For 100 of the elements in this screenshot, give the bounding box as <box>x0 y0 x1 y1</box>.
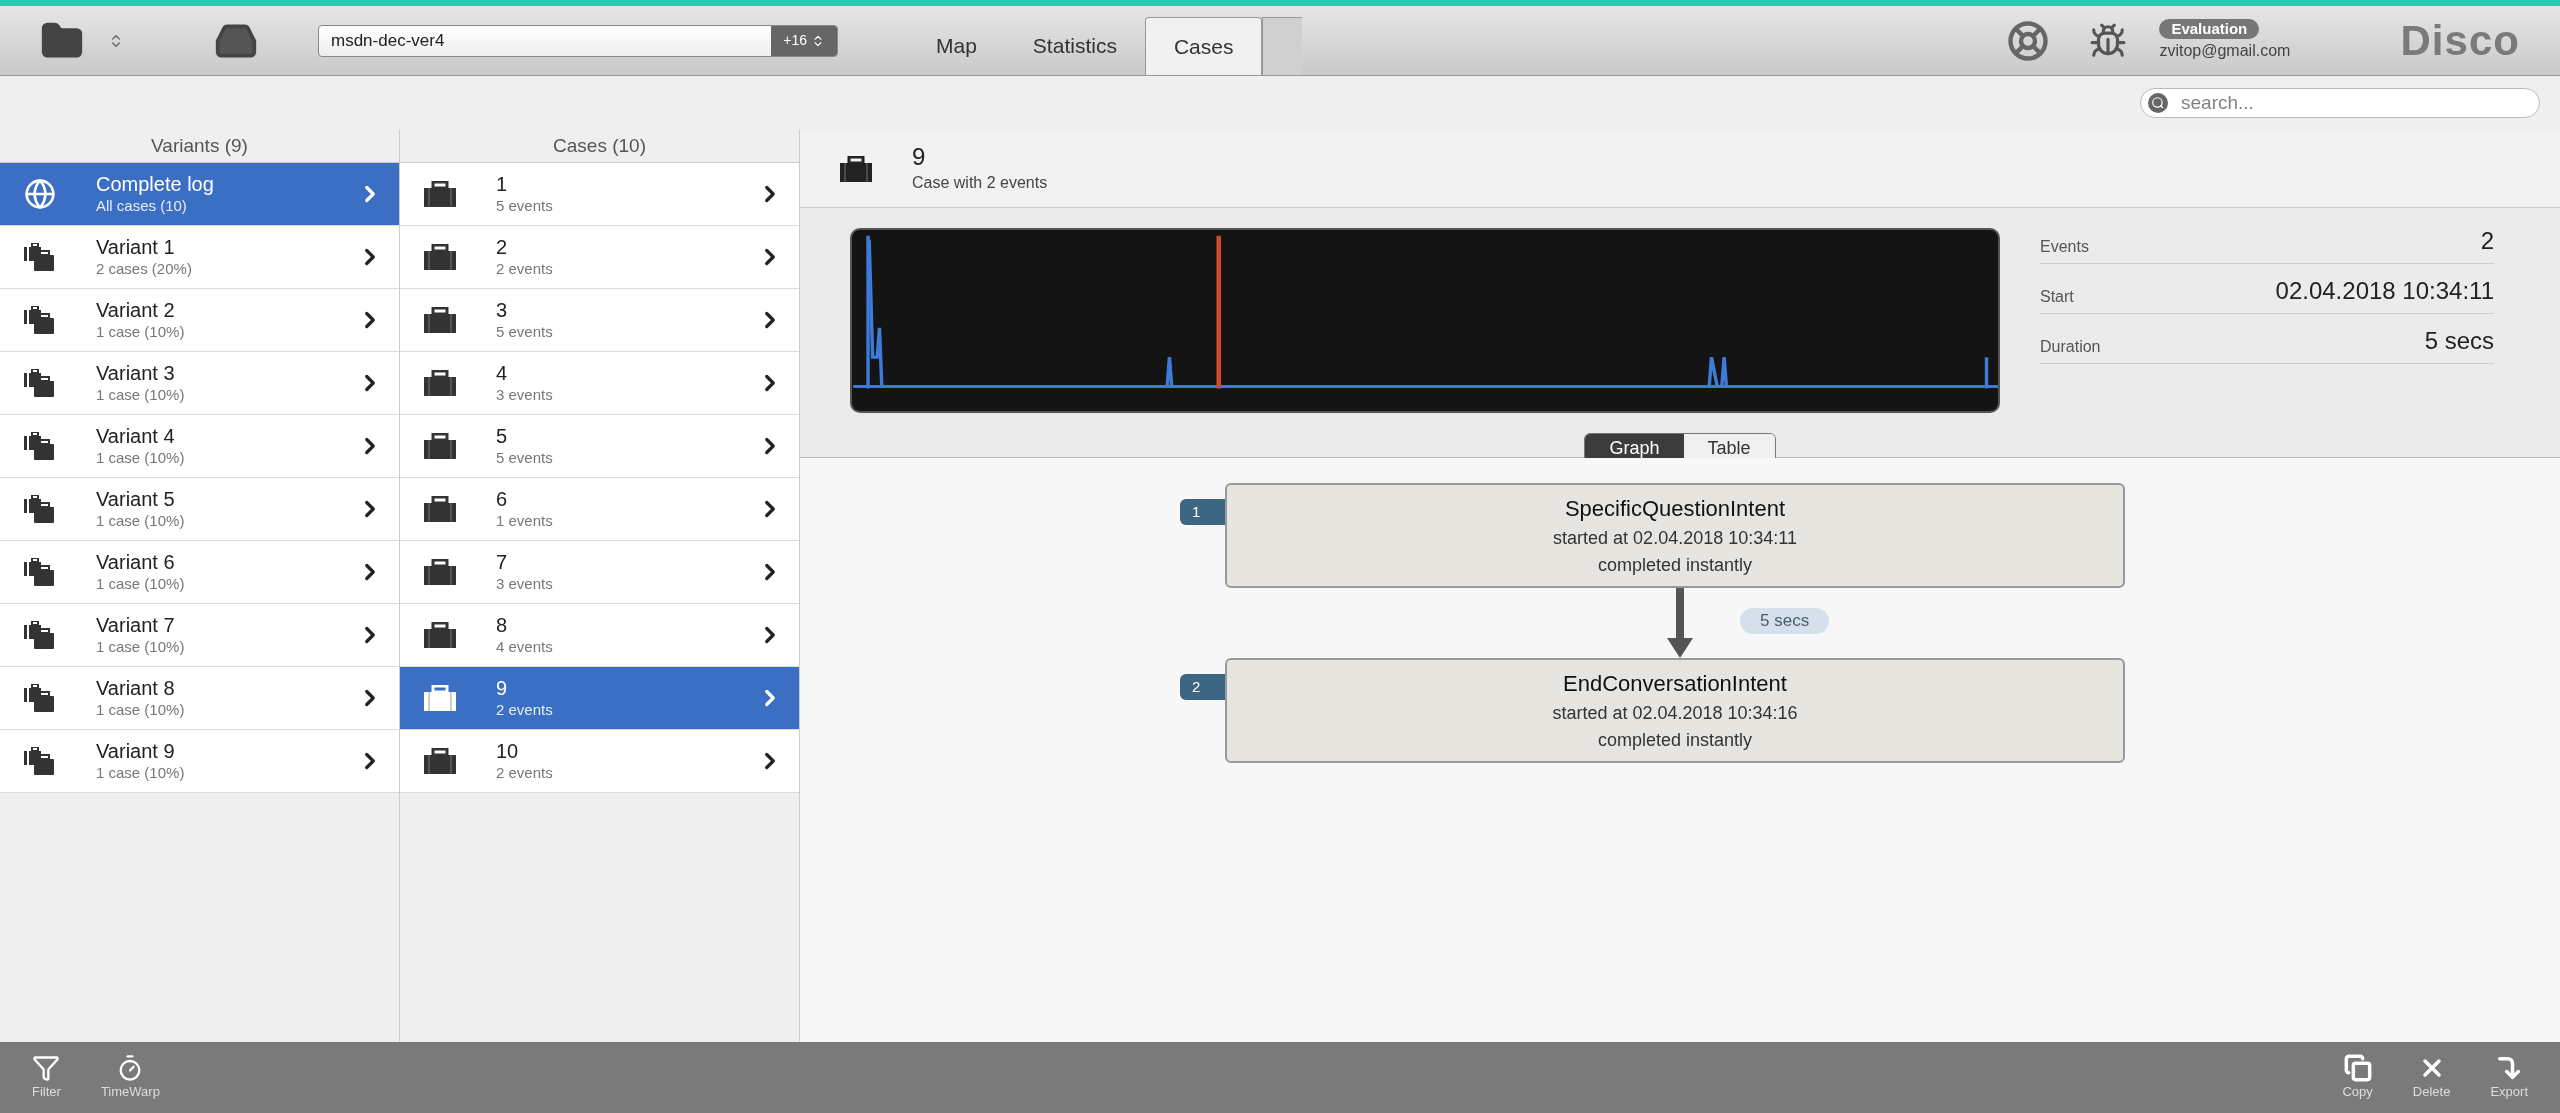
lifebuoy-icon[interactable] <box>2007 19 2050 62</box>
item-subtitle: 2 events <box>496 259 554 279</box>
stat-label: Duration <box>2040 337 2101 357</box>
list-item[interactable]: Variant 2 1 case (10%) <box>0 289 399 352</box>
item-title: 9 <box>496 676 509 700</box>
list-item[interactable]: Variant 7 1 case (10%) <box>0 604 399 667</box>
item-subtitle: 1 case (10%) <box>96 763 186 783</box>
duration-label: 5 secs <box>1740 608 1830 634</box>
list-item[interactable]: Variant 4 1 case (10%) <box>0 415 399 478</box>
luggage-icon <box>24 747 56 775</box>
briefcase-icon <box>840 155 872 182</box>
luggage-icon <box>24 558 56 586</box>
item-title: 6 <box>496 487 509 511</box>
dataset-count[interactable]: +16 <box>771 25 837 56</box>
step-number: 2 <box>1180 674 1225 700</box>
item-title: Variant 9 <box>96 739 176 763</box>
item-subtitle: 2 events <box>496 700 554 720</box>
luggage-icon <box>24 243 56 271</box>
stat-value: 2 <box>2480 226 2494 256</box>
item-title: 10 <box>496 739 520 763</box>
item-title: 3 <box>496 298 509 322</box>
item-subtitle: 2 events <box>496 763 554 783</box>
globe-icon <box>24 178 56 210</box>
item-title: Variant 1 <box>96 235 176 259</box>
list-item[interactable]: 1 5 events <box>400 163 799 226</box>
user-email: zvitop@gmail.com <box>2159 40 2291 61</box>
item-subtitle: 1 case (10%) <box>96 574 186 594</box>
list-item[interactable]: 9 2 events <box>400 667 799 730</box>
stat-label: Events <box>2040 237 2089 257</box>
luggage-icon <box>24 369 56 397</box>
stat-label: Start <box>2040 287 2074 307</box>
briefcase-icon <box>424 181 456 207</box>
item-subtitle: 5 events <box>496 322 554 342</box>
item-title: 5 <box>496 424 509 448</box>
luggage-icon <box>24 495 56 523</box>
item-subtitle: 4 events <box>496 637 554 657</box>
item-title: Complete log <box>96 172 215 196</box>
briefcase-icon <box>424 433 456 459</box>
event-completion: completed instantly <box>1597 729 1753 752</box>
item-title: Variant 2 <box>96 298 176 322</box>
item-subtitle: 5 events <box>496 448 554 468</box>
luggage-icon <box>24 306 56 334</box>
dataset-name: msdn-dec-ver4 <box>330 29 446 52</box>
filter-icon <box>32 1053 61 1082</box>
item-title: Variant 7 <box>96 613 176 637</box>
list-item[interactable]: 7 3 events <box>400 541 799 604</box>
event-name: SpecificQuestionIntent <box>1564 495 1786 523</box>
item-subtitle: 1 case (10%) <box>96 700 186 720</box>
list-item[interactable]: Complete log All cases (10) <box>0 163 399 226</box>
list-item[interactable]: Variant 8 1 case (10%) <box>0 667 399 730</box>
item-subtitle: 1 case (10%) <box>96 322 186 342</box>
item-title: 1 <box>496 172 509 196</box>
dataset-field[interactable]: msdn-dec-ver4 +16 <box>318 24 838 57</box>
item-title: Variant 6 <box>96 550 176 574</box>
list-item[interactable]: Variant 9 1 case (10%) <box>0 730 399 793</box>
item-subtitle: 5 events <box>496 196 554 216</box>
list-item[interactable]: 5 5 events <box>400 415 799 478</box>
nav-tab[interactable]: Map <box>908 17 1005 75</box>
list-item[interactable]: Variant 3 1 case (10%) <box>0 352 399 415</box>
item-title: Variant 5 <box>96 487 176 511</box>
briefcase-icon <box>424 244 456 270</box>
event-start: started at 02.04.2018 10:34:16 <box>1552 702 1798 725</box>
item-subtitle: 3 events <box>496 574 554 594</box>
nav-tab[interactable]: Statistics <box>1004 17 1145 75</box>
item-subtitle: All cases (10) <box>96 196 188 216</box>
item-subtitle: 1 case (10%) <box>96 637 186 657</box>
bug-icon[interactable] <box>2089 21 2128 60</box>
luggage-icon <box>24 432 56 460</box>
event-start: started at 02.04.2018 10:34:11 <box>1553 527 1797 550</box>
event-name: EndConversationIntent <box>1563 670 1787 698</box>
briefcase-icon <box>424 559 456 585</box>
list-item[interactable]: Variant 5 1 case (10%) <box>0 478 399 541</box>
copy-icon <box>2343 1053 2372 1082</box>
item-title: 2 <box>496 235 509 259</box>
stat-value: 02.04.2018 10:34:11 <box>2275 276 2494 306</box>
item-subtitle: 2 cases (20%) <box>96 259 193 279</box>
item-subtitle: 1 case (10%) <box>96 448 186 468</box>
item-subtitle: 1 case (10%) <box>96 385 186 405</box>
list-item[interactable]: Variant 6 1 case (10%) <box>0 541 399 604</box>
stat-value: 5 secs <box>2424 326 2494 356</box>
case-title: 9 <box>912 142 927 171</box>
item-subtitle: 1 events <box>496 511 554 531</box>
list-item[interactable]: Variant 1 2 cases (20%) <box>0 226 399 289</box>
briefcase-icon <box>424 748 456 774</box>
search-field[interactable]: search... <box>2140 88 2540 118</box>
list-item[interactable]: 2 2 events <box>400 226 799 289</box>
list-item[interactable]: 6 1 events <box>400 478 799 541</box>
luggage-icon <box>24 621 56 649</box>
list-item[interactable]: 4 3 events <box>400 352 799 415</box>
list-item[interactable]: 3 5 events <box>400 289 799 352</box>
brand-logo: Disco <box>2400 16 2520 66</box>
briefcase-icon <box>424 496 456 522</box>
step-number: 1 <box>1180 499 1225 525</box>
briefcase-icon <box>424 307 456 333</box>
briefcase-icon <box>424 685 456 711</box>
nav-tab[interactable]: Cases <box>1144 17 1263 75</box>
list-item[interactable]: 8 4 events <box>400 604 799 667</box>
list-item[interactable]: 10 2 events <box>400 730 799 793</box>
item-title: 4 <box>496 361 509 385</box>
event-completion: completed instantly <box>1597 554 1753 577</box>
